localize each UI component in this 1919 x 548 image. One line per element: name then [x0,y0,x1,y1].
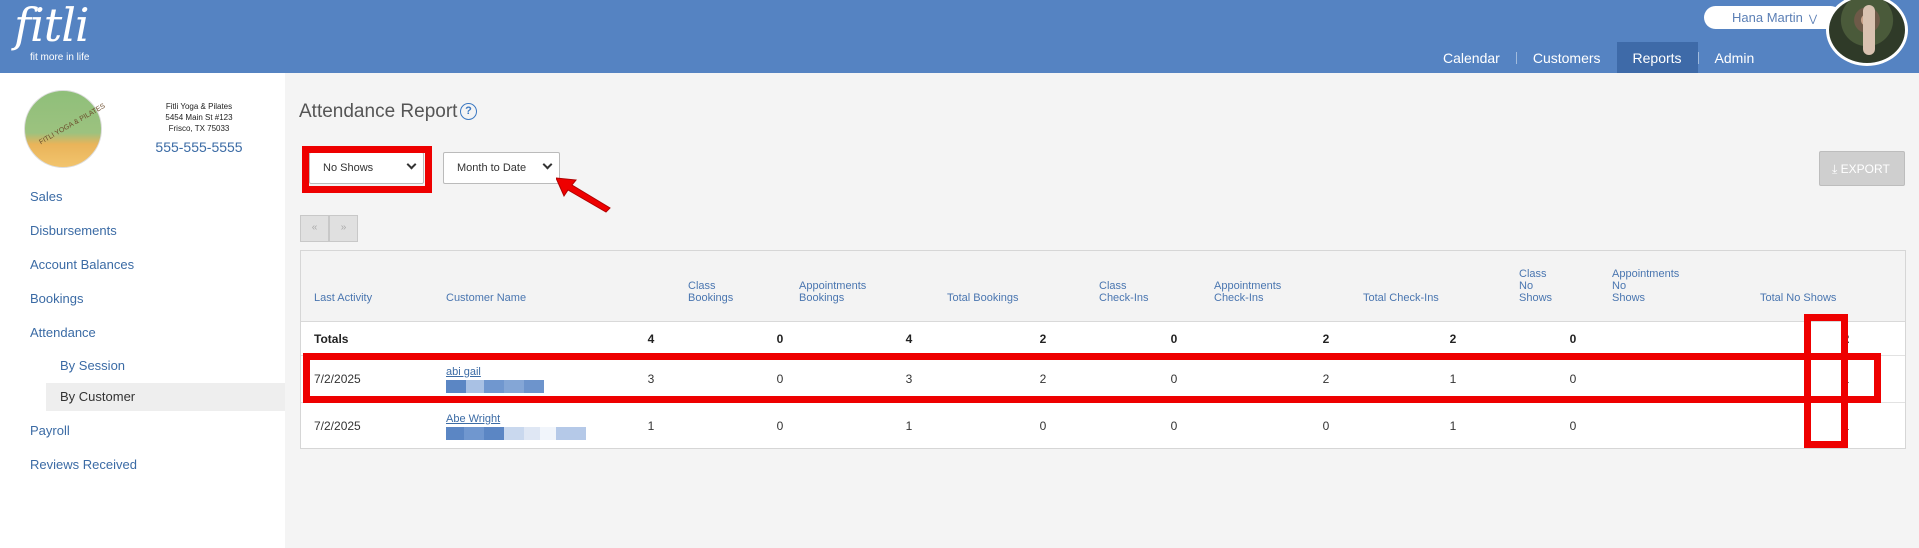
totals-class-bookings: 4 [647,332,655,346]
studio-address-line2: Frisco, TX 75033 [168,124,230,133]
sidebar-item-attendance[interactable]: Attendance [30,325,96,340]
chevron-down-icon [542,159,553,170]
row-class-check-ins: 0 [1039,419,1047,433]
col-class-check-ins[interactable]: Class Check-Ins [1099,280,1149,304]
table-header: Last Activity Customer Name Class Booking… [301,251,1905,322]
totals-row: Totals 4 0 4 2 0 2 2 0 2 [301,322,1905,356]
annotation-box-filter [302,146,432,193]
nav-calendar[interactable]: Calendar [1427,42,1516,73]
col-total-check-ins[interactable]: Total Check-Ins [1363,292,1439,304]
export-button[interactable]: ⤓ EXPORT [1819,151,1905,186]
main-nav: Calendar Customers Reports Admin [1427,42,1770,73]
customer-link[interactable]: Abe Wright [446,413,500,425]
page-title: Attendance Report [299,101,458,122]
row-appointments-no-shows: 0 [1569,419,1577,433]
studio-logo-text: FITLI YOGA & PILATES [38,102,107,147]
logo-wordmark: fitli [14,0,90,52]
nav-admin[interactable]: Admin [1699,42,1771,73]
logo-tagline: fit more in life [30,52,90,63]
col-appointments-check-ins[interactable]: Appointments Check-Ins [1214,280,1281,304]
annotation-box-total-no-shows [1804,314,1848,448]
row-appointments-check-ins: 0 [1170,419,1178,433]
totals-appointments-no-shows: 0 [1569,332,1577,346]
help-icon[interactable]: ? [460,103,477,120]
row-appointments-bookings: 0 [776,419,784,433]
nav-reports[interactable]: Reports [1616,42,1698,73]
top-bar: fitli fit more in life Hana Martin ⋁ Cale… [0,0,1919,73]
row-total-check-ins: 0 [1322,419,1330,433]
col-appointments-no-shows[interactable]: Appointments No Shows [1612,268,1679,304]
download-icon: ⤓ [1832,162,1838,176]
row-class-bookings: 1 [647,419,655,433]
col-class-no-shows[interactable]: Class No Shows [1519,268,1552,304]
totals-total-bookings: 4 [905,332,913,346]
pager: « » [300,215,358,242]
date-range-value: Month to Date [457,162,527,174]
totals-class-no-shows: 2 [1449,332,1457,346]
row-total-bookings: 1 [905,419,913,433]
col-class-bookings[interactable]: Class Bookings [688,280,733,304]
col-total-bookings[interactable]: Total Bookings [947,292,1019,304]
date-range-select[interactable]: Month to Date [443,152,560,184]
studio-logo: FITLI YOGA & PILATES [24,90,107,168]
user-name: Hana Martin [1732,10,1803,25]
sidebar-item-account-balances[interactable]: Account Balances [30,257,134,272]
sidebar-item-sales[interactable]: Sales [30,189,63,204]
sidebar: FITLI YOGA & PILATES Fitli Yoga & Pilate… [0,73,285,548]
redacted-contact [446,427,586,440]
fitli-logo[interactable]: fitli fit more in life [14,0,90,63]
studio-phone[interactable]: 555-555-5555 [120,139,278,155]
studio-name: Fitli Yoga & Pilates [165,102,233,111]
row-class-no-shows: 1 [1449,419,1457,433]
totals-class-check-ins: 2 [1039,332,1047,346]
studio-address-line1: 5454 Main St #123 [165,113,233,122]
pager-next-button[interactable]: » [329,215,358,242]
totals-appointments-bookings: 0 [776,332,784,346]
col-total-no-shows[interactable]: Total No Shows [1760,292,1836,304]
sidebar-subitem-by-session[interactable]: By Session [46,352,285,380]
annotation-box-row [303,353,1881,403]
col-appointments-bookings[interactable]: Appointments Bookings [799,280,866,304]
totals-label: Totals [314,332,349,346]
sidebar-item-reviews-received[interactable]: Reviews Received [30,457,137,472]
totals-appointments-check-ins: 0 [1170,332,1178,346]
attendance-table: Last Activity Customer Name Class Booking… [300,250,1906,449]
export-label: EXPORT [1840,162,1890,176]
user-menu[interactable]: Hana Martin ⋁ [1704,6,1842,29]
sidebar-item-payroll[interactable]: Payroll [30,423,70,438]
totals-total-check-ins: 2 [1322,332,1330,346]
avatar[interactable] [1826,0,1908,66]
sidebar-subitem-by-customer[interactable]: By Customer [46,383,285,411]
nav-customers[interactable]: Customers [1517,42,1617,73]
row-last-activity: 7/2/2025 [314,419,361,433]
annotation-arrow-icon [556,177,611,213]
col-customer-name[interactable]: Customer Name [446,292,526,304]
pager-prev-button[interactable]: « [300,215,329,242]
col-last-activity[interactable]: Last Activity [314,292,372,304]
double-chevron-down-icon: ⋁ [1808,14,1818,25]
table-row[interactable]: 7/2/2025 Abe Wright 1 0 1 0 0 0 1 0 1 [301,403,1905,449]
sidebar-item-bookings[interactable]: Bookings [30,291,83,306]
sidebar-item-disbursements[interactable]: Disbursements [30,223,117,238]
studio-info: Fitli Yoga & Pilates 5454 Main St #123 F… [120,101,278,134]
